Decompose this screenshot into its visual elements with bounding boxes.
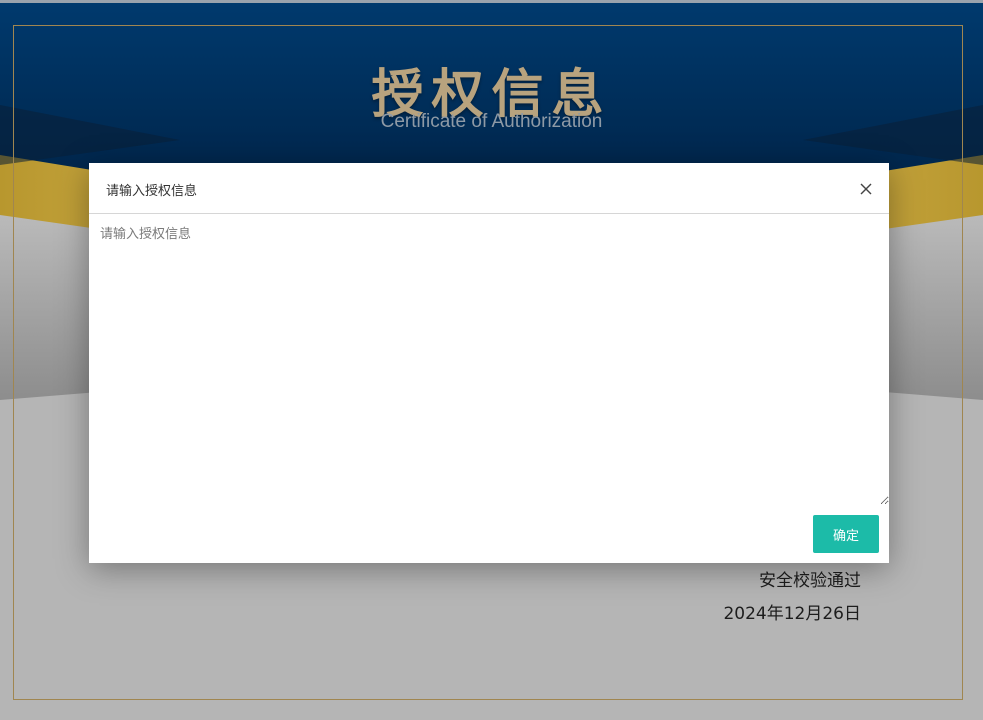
dialog-close-button[interactable] xyxy=(853,176,879,202)
verification-status: 安全校验通过 xyxy=(759,571,861,591)
authorization-textarea[interactable] xyxy=(89,215,889,505)
certificate-date: 2024年12月26日 xyxy=(723,604,861,624)
authorization-dialog: 请输入授权信息 确定 xyxy=(89,163,889,563)
dialog-header: 请输入授权信息 xyxy=(89,163,889,214)
certificate-subtitle: Certificate of Authorization xyxy=(380,111,603,132)
confirm-button[interactable]: 确定 xyxy=(813,515,879,553)
close-icon xyxy=(860,183,872,195)
dialog-title: 请输入授权信息 xyxy=(106,184,198,199)
top-strip xyxy=(0,0,983,3)
